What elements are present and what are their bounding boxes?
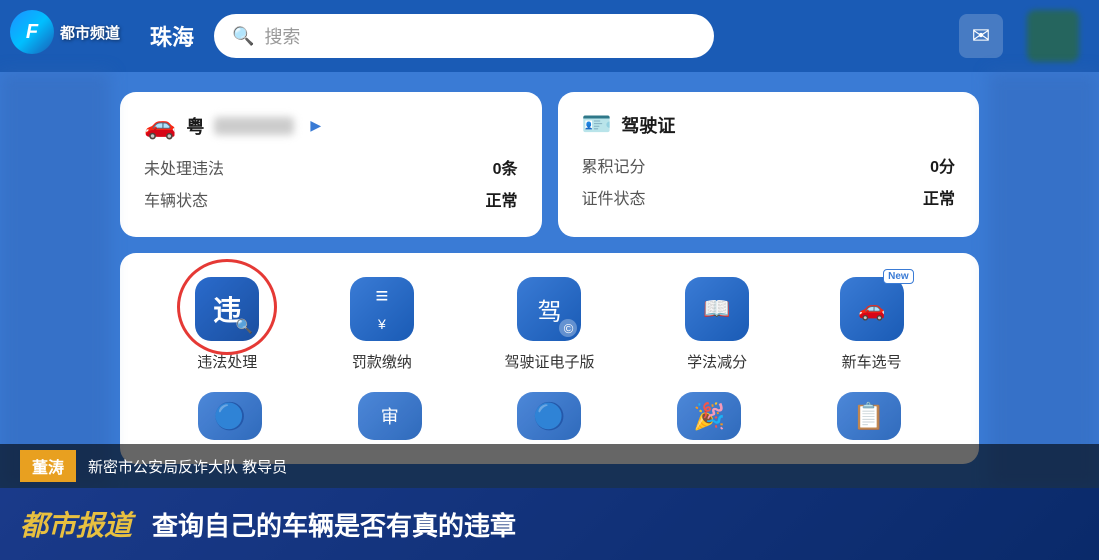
cert-status-row: 证件状态 正常	[582, 185, 956, 209]
menu-item-r2-4[interactable]: 🎉	[677, 392, 741, 440]
menu-icons-row2: 🔵 审 🔵 🎉 📋	[150, 392, 949, 440]
menu-item-study[interactable]: 📖 学法减分	[685, 277, 749, 372]
menu-item-r2-2[interactable]: 审	[358, 392, 422, 440]
channel-name: 都市频道	[60, 22, 120, 43]
person-name: 董涛	[20, 450, 76, 482]
car-icon: 🚗	[144, 110, 176, 141]
fine-icon-box: ≡¥	[350, 277, 414, 341]
news-logo: 都市报道	[20, 504, 132, 544]
elicense-sub-icon: ©	[559, 319, 577, 337]
cards-row: 🚗 粤 XXXXXX ▶ 未处理违法 0条 车辆状态 正常 🪪 驾驶证	[120, 92, 979, 237]
license-card: 🪪 驾驶证 累积记分 0分 证件状态 正常	[558, 92, 980, 237]
study-icon-box: 📖	[685, 277, 749, 341]
violations-value: 0条	[493, 155, 518, 179]
menu-item-fine[interactable]: ≡¥ 罚款缴纳	[350, 277, 414, 372]
violations-label: 未处理违法	[144, 155, 224, 179]
vehicle-status-value: 正常	[485, 187, 517, 211]
r2-char-4: 🎉	[693, 401, 725, 432]
user-avatar	[1027, 10, 1079, 62]
newcar-icon-char: 🚗	[858, 296, 885, 322]
plate-number: XXXXXX	[214, 117, 294, 135]
news-text: 查询自己的车辆是否有真的违章	[152, 506, 516, 543]
person-title: 新密市公安局反诈大队 教导员	[88, 456, 287, 477]
points-row: 累积记分 0分	[582, 153, 956, 177]
city-name: 珠海	[150, 20, 194, 52]
cert-status-label: 证件状态	[582, 185, 646, 209]
plate-province: 粤	[186, 113, 204, 139]
menu-item-elicense[interactable]: 驾 © 驾驶证电子版	[504, 277, 594, 372]
r2-icon-3: 🔵	[517, 392, 581, 440]
menu-item-r2-1[interactable]: 🔵	[198, 392, 262, 440]
elicense-icon-char: 驾	[537, 292, 561, 327]
newcar-label: 新车选号	[842, 351, 902, 372]
id-icon: 🪪	[582, 110, 612, 139]
vehicle-card: 🚗 粤 XXXXXX ▶ 未处理违法 0条 车辆状态 正常	[120, 92, 542, 237]
new-badge: New	[883, 269, 914, 284]
main-content: 🚗 粤 XXXXXX ▶ 未处理违法 0条 车辆状态 正常 🪪 驾驶证	[0, 72, 1099, 484]
points-value: 0分	[930, 153, 955, 177]
newcar-icon-box: 🚗 New	[840, 277, 904, 341]
elicense-label: 驾驶证电子版	[504, 351, 594, 372]
plate-arrow[interactable]: ▶	[310, 117, 321, 134]
bottom-news-bar: 都市报道 查询自己的车辆是否有真的违章	[0, 488, 1099, 560]
violation-icon-box: 违 🔍	[195, 277, 259, 341]
r2-char-1: 🔵	[214, 401, 246, 432]
channel-logo	[10, 10, 54, 54]
r2-icon-4: 🎉	[677, 392, 741, 440]
vehicle-card-header: 🚗 粤 XXXXXX ▶	[144, 110, 518, 141]
violation-label: 违法处理	[197, 351, 257, 372]
menu-item-r2-3[interactable]: 🔵	[517, 392, 581, 440]
license-title: 驾驶证	[621, 112, 675, 138]
side-blur-right	[989, 72, 1099, 488]
watermark-area: 都市频道	[10, 10, 120, 54]
menu-item-newcar[interactable]: 🚗 New 新车选号	[840, 277, 904, 372]
search-placeholder: 搜索	[264, 23, 300, 49]
r2-char-3: 🔵	[533, 401, 565, 432]
points-label: 累积记分	[582, 153, 646, 177]
side-blur-left	[0, 72, 110, 488]
r2-icon-5: 📋	[837, 392, 901, 440]
study-label: 学法减分	[687, 351, 747, 372]
elicense-icon-box: 驾 ©	[517, 277, 581, 341]
search-bar[interactable]: 🔍 搜索	[214, 14, 714, 58]
fine-icon-char: ≡¥	[375, 283, 388, 336]
menu-icons-row1: 违 🔍 违法处理 ≡¥ 罚款缴纳 驾 ©	[150, 277, 949, 372]
r2-icon-1: 🔵	[198, 392, 262, 440]
menu-card: 违 🔍 违法处理 ≡¥ 罚款缴纳 驾 ©	[120, 253, 979, 464]
r2-char-5: 📋	[853, 401, 885, 432]
violations-row: 未处理违法 0条	[144, 155, 518, 179]
fine-label: 罚款缴纳	[352, 351, 412, 372]
license-card-header: 🪪 驾驶证	[582, 110, 956, 139]
search-icon: 🔍	[232, 26, 254, 47]
study-icon-char: 📖	[703, 296, 730, 322]
top-bar: 珠海 🔍 搜索 ✉	[0, 0, 1099, 72]
vehicle-status-row: 车辆状态 正常	[144, 187, 518, 211]
bottom-info-bar: 董涛 新密市公安局反诈大队 教导员	[0, 444, 1099, 488]
menu-item-r2-5[interactable]: 📋	[837, 392, 901, 440]
vehicle-status-label: 车辆状态	[144, 187, 208, 211]
mail-icon[interactable]: ✉	[959, 14, 1003, 58]
menu-item-violation[interactable]: 违 🔍 违法处理	[195, 277, 259, 372]
r2-char-2: 审	[381, 403, 399, 429]
r2-icon-2: 审	[358, 392, 422, 440]
cert-status-value: 正常	[923, 185, 955, 209]
